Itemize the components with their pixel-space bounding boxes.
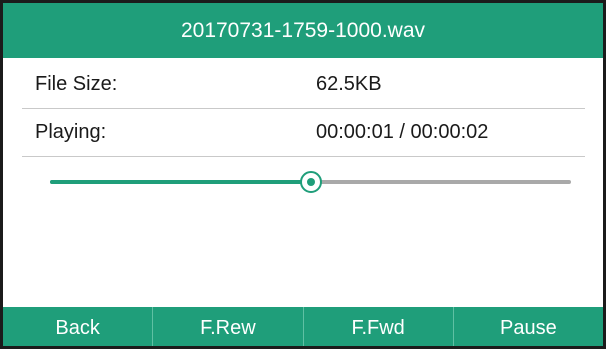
playback-progress-slider[interactable] (50, 169, 571, 195)
file-name-title: 20170731-1759-1000.wav (180, 18, 426, 42)
file-size-row: File Size: 62.5KB (22, 61, 585, 109)
progress-fill (50, 180, 311, 184)
fast-forward-button[interactable]: F.Fwd (304, 307, 454, 346)
softkey-bar: Back F.Rew F.Fwd Pause (3, 307, 603, 346)
fast-rewind-button[interactable]: F.Rew (153, 307, 304, 346)
file-size-value: 62.5KB (316, 73, 382, 95)
file-size-label: File Size: (35, 73, 118, 95)
progress-thumb-handle[interactable] (299, 171, 322, 193)
playing-time-value: 00:00:01 / 00:00:02 (316, 121, 489, 143)
back-button[interactable]: Back (3, 307, 154, 346)
pause-button[interactable]: Pause (454, 307, 603, 346)
title-bar: 20170731-1759-1000.wav (3, 3, 603, 58)
playing-row: Playing: 00:00:01 / 00:00:02 (22, 109, 585, 157)
phone-screen: 20170731-1759-1000.wav File Size: 62.5KB… (0, 0, 606, 349)
playing-label: Playing: (35, 121, 107, 143)
